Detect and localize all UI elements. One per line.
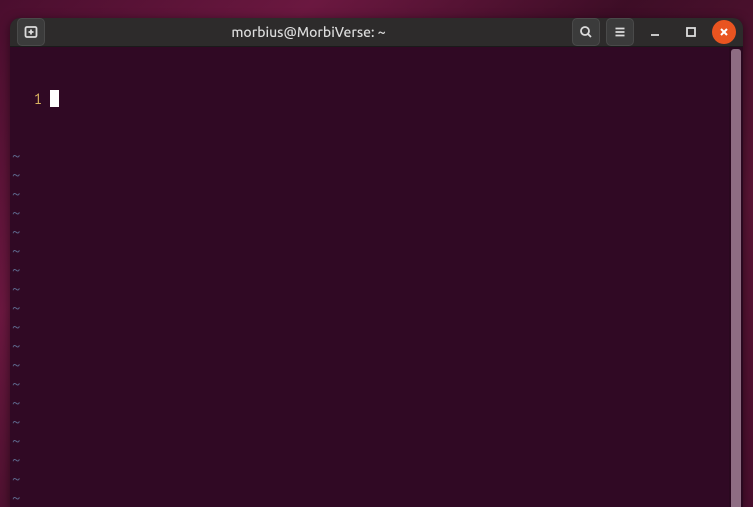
titlebar: morbius@MorbiVerse: ~ [10,18,743,47]
tilde: ~ [10,222,20,241]
editor-line: 1 [10,89,729,108]
empty-line-marker: ~ [10,469,729,488]
tilde: ~ [10,488,20,507]
search-icon [578,24,594,40]
close-icon [718,26,730,38]
tilde: ~ [10,355,20,374]
window-title: morbius@MorbiVerse: ~ [51,24,566,40]
empty-line-marker: ~ [10,222,729,241]
tilde: ~ [10,393,20,412]
tilde: ~ [10,450,20,469]
line-number: 1 [10,89,46,108]
tilde: ~ [10,412,20,431]
tilde: ~ [10,184,20,203]
line-content [46,89,729,108]
scrollbar-thumb[interactable] [731,49,741,507]
maximize-icon [684,25,698,39]
empty-line-marker: ~ [10,393,729,412]
empty-line-marker: ~ [10,279,729,298]
hamburger-menu-button[interactable] [606,18,634,46]
empty-line-marker: ~ [10,241,729,260]
empty-line-marker: ~ [10,336,729,355]
empty-line-marker: ~ [10,488,729,507]
tilde: ~ [10,469,20,488]
editor-area[interactable]: 1 ~~~~~~~~~~~~~~~~~~~~~ :set number 0,0-… [10,47,729,507]
maximize-button[interactable] [676,18,706,46]
tilde: ~ [10,298,20,317]
tilde: ~ [10,260,20,279]
close-button[interactable] [712,20,736,44]
hamburger-icon [612,24,628,40]
empty-line-marker: ~ [10,146,729,165]
terminal-content[interactable]: 1 ~~~~~~~~~~~~~~~~~~~~~ :set number 0,0-… [10,47,743,507]
tilde: ~ [10,317,20,336]
new-tab-button[interactable] [17,18,45,46]
minimize-button[interactable] [640,18,670,46]
tilde: ~ [10,165,20,184]
tilde: ~ [10,146,20,165]
empty-line-marker: ~ [10,450,729,469]
tilde: ~ [10,203,20,222]
empty-line-marker: ~ [10,184,729,203]
empty-line-marker: ~ [10,374,729,393]
minimize-icon [648,25,662,39]
new-tab-icon [23,24,39,40]
tilde: ~ [10,431,20,450]
empty-line-marker: ~ [10,355,729,374]
tilde: ~ [10,336,20,355]
empty-line-marker: ~ [10,431,729,450]
tilde: ~ [10,279,20,298]
terminal-window: morbius@MorbiVerse: ~ [10,18,743,507]
empty-line-marker: ~ [10,298,729,317]
tilde: ~ [10,241,20,260]
empty-line-marker: ~ [10,165,729,184]
tilde: ~ [10,374,20,393]
cursor [50,90,59,107]
empty-line-marker: ~ [10,317,729,336]
empty-line-marker: ~ [10,203,729,222]
search-button[interactable] [572,18,600,46]
scrollbar[interactable] [729,47,743,507]
empty-line-marker: ~ [10,260,729,279]
empty-line-marker: ~ [10,412,729,431]
